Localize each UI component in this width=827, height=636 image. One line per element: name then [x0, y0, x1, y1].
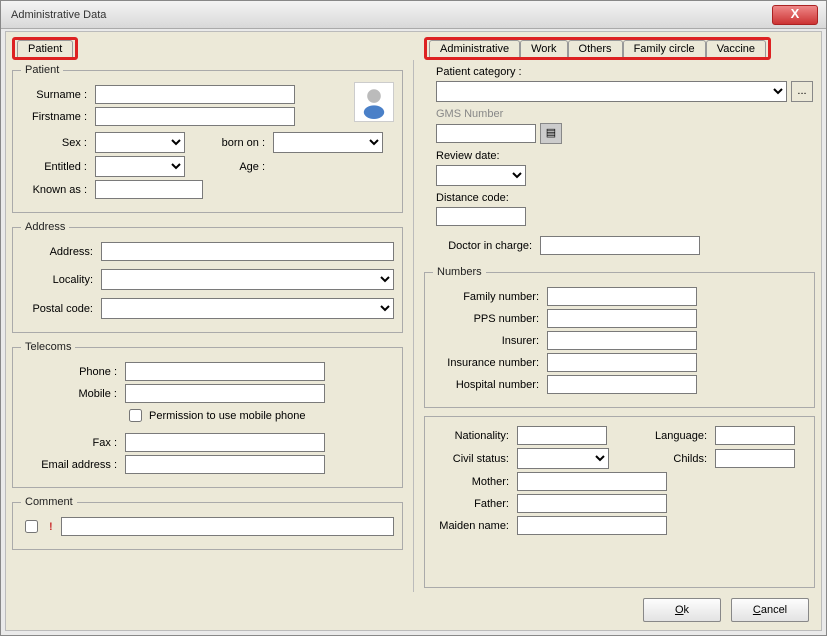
insurer-input[interactable] [547, 331, 697, 350]
footer-buttons: Ok Cancel [643, 598, 809, 622]
childs-input[interactable] [715, 449, 795, 468]
postal-label: Postal code: [21, 303, 97, 315]
comment-input[interactable] [61, 517, 394, 536]
sex-label: Sex : [21, 137, 91, 149]
insurance-number-input[interactable] [547, 353, 697, 372]
category-browse-button[interactable]: ... [791, 81, 813, 102]
nationality-label: Nationality: [433, 430, 513, 442]
avatar-icon [354, 82, 394, 122]
category-label: Patient category : [426, 66, 526, 78]
right-column: Administrative Work Others Family circle… [424, 38, 815, 592]
postal-select[interactable] [101, 298, 394, 319]
doctor-input[interactable] [540, 236, 700, 255]
group-comment-legend: Comment [21, 496, 77, 508]
firstname-input[interactable] [95, 107, 295, 126]
knownas-input[interactable] [95, 180, 203, 199]
left-tabs-highlight: Patient [12, 37, 78, 60]
family-number-label: Family number: [433, 291, 543, 303]
gms-button[interactable]: ▤ [540, 123, 562, 144]
nationality-input[interactable] [517, 426, 607, 445]
knownas-label: Known as : [21, 184, 91, 196]
permission-checkbox[interactable] [129, 409, 142, 422]
right-tabs-highlight: Administrative Work Others Family circle… [424, 37, 771, 60]
group-address-legend: Address [21, 221, 69, 233]
gms-label: GMS Number [426, 108, 503, 120]
group-patient-legend: Patient [21, 64, 63, 76]
born-label: born on : [201, 137, 269, 149]
maiden-label: Maiden name: [433, 520, 513, 532]
hospital-number-input[interactable] [547, 375, 697, 394]
firstname-label: Firstname : [21, 111, 91, 123]
group-patient: Patient Surname : Firstname : [12, 64, 403, 213]
civil-select[interactable] [517, 448, 609, 469]
insurer-label: Insurer: [433, 335, 543, 347]
family-number-input[interactable] [547, 287, 697, 306]
mobile-input[interactable] [125, 384, 325, 403]
surname-input[interactable] [95, 85, 295, 104]
group-comment: Comment ! [12, 496, 403, 550]
language-input[interactable] [715, 426, 795, 445]
childs-label: Childs: [631, 453, 711, 465]
tab-administrative[interactable]: Administrative [429, 40, 520, 57]
insurance-number-label: Insurance number: [433, 357, 543, 369]
cancel-button[interactable]: Cancel [731, 598, 809, 622]
mobile-label: Mobile : [21, 388, 121, 400]
pps-number-input[interactable] [547, 309, 697, 328]
titlebar: Administrative Data X [1, 1, 826, 29]
address-label: Address: [21, 246, 97, 258]
father-input[interactable] [517, 494, 667, 513]
doctor-label: Doctor in charge: [426, 240, 536, 252]
phone-input[interactable] [125, 362, 325, 381]
column-divider [413, 60, 414, 592]
left-column: Patient Patient Surname : Firstname : [12, 38, 403, 592]
age-label: Age : [201, 161, 269, 173]
email-input[interactable] [125, 455, 325, 474]
phone-label: Phone : [21, 366, 121, 378]
tab-work[interactable]: Work [520, 40, 567, 57]
fax-input[interactable] [125, 433, 325, 452]
father-label: Father: [433, 498, 513, 510]
group-address: Address Address: Locality: Postal code: [12, 221, 403, 333]
group-telecoms-legend: Telecoms [21, 341, 75, 353]
tab-family-circle[interactable]: Family circle [623, 40, 706, 57]
comment-warning-icon: ! [49, 521, 53, 533]
group-telecoms: Telecoms Phone : Mobile : Permission to … [12, 341, 403, 488]
email-label: Email address : [21, 459, 121, 471]
review-select[interactable] [436, 165, 526, 186]
hospital-number-label: Hospital number: [433, 379, 543, 391]
maiden-input[interactable] [517, 516, 667, 535]
permission-label: Permission to use mobile phone [149, 410, 306, 422]
distance-input[interactable] [436, 207, 526, 226]
address-input[interactable] [101, 242, 394, 261]
tab-patient[interactable]: Patient [17, 40, 73, 57]
window-title: Administrative Data [11, 9, 106, 21]
language-label: Language: [631, 430, 711, 442]
tab-others[interactable]: Others [568, 40, 623, 57]
gms-input[interactable] [436, 124, 536, 143]
mother-input[interactable] [517, 472, 667, 491]
group-numbers: Numbers Family number: PPS number: Insur… [424, 266, 815, 408]
close-button[interactable]: X [772, 5, 818, 25]
born-select[interactable] [273, 132, 383, 153]
locality-label: Locality: [21, 274, 97, 286]
fax-label: Fax : [21, 437, 121, 449]
surname-label: Surname : [21, 89, 91, 101]
pps-number-label: PPS number: [433, 313, 543, 325]
mother-label: Mother: [433, 476, 513, 488]
comment-checkbox[interactable] [25, 520, 38, 533]
review-label: Review date: [426, 150, 500, 162]
category-select[interactable] [436, 81, 787, 102]
window: Administrative Data X Patient Patient Su… [0, 0, 827, 636]
distance-label: Distance code: [426, 192, 509, 204]
group-personal: Nationality: Language: Civil status: Chi… [424, 416, 815, 588]
locality-select[interactable] [101, 269, 394, 290]
entitled-select[interactable] [95, 156, 185, 177]
group-numbers-legend: Numbers [433, 266, 486, 278]
tab-vaccine[interactable]: Vaccine [706, 40, 766, 57]
body: Patient Patient Surname : Firstname : [5, 31, 822, 631]
sex-select[interactable] [95, 132, 185, 153]
entitled-label: Entitled : [21, 161, 91, 173]
ok-button[interactable]: Ok [643, 598, 721, 622]
civil-label: Civil status: [433, 453, 513, 465]
